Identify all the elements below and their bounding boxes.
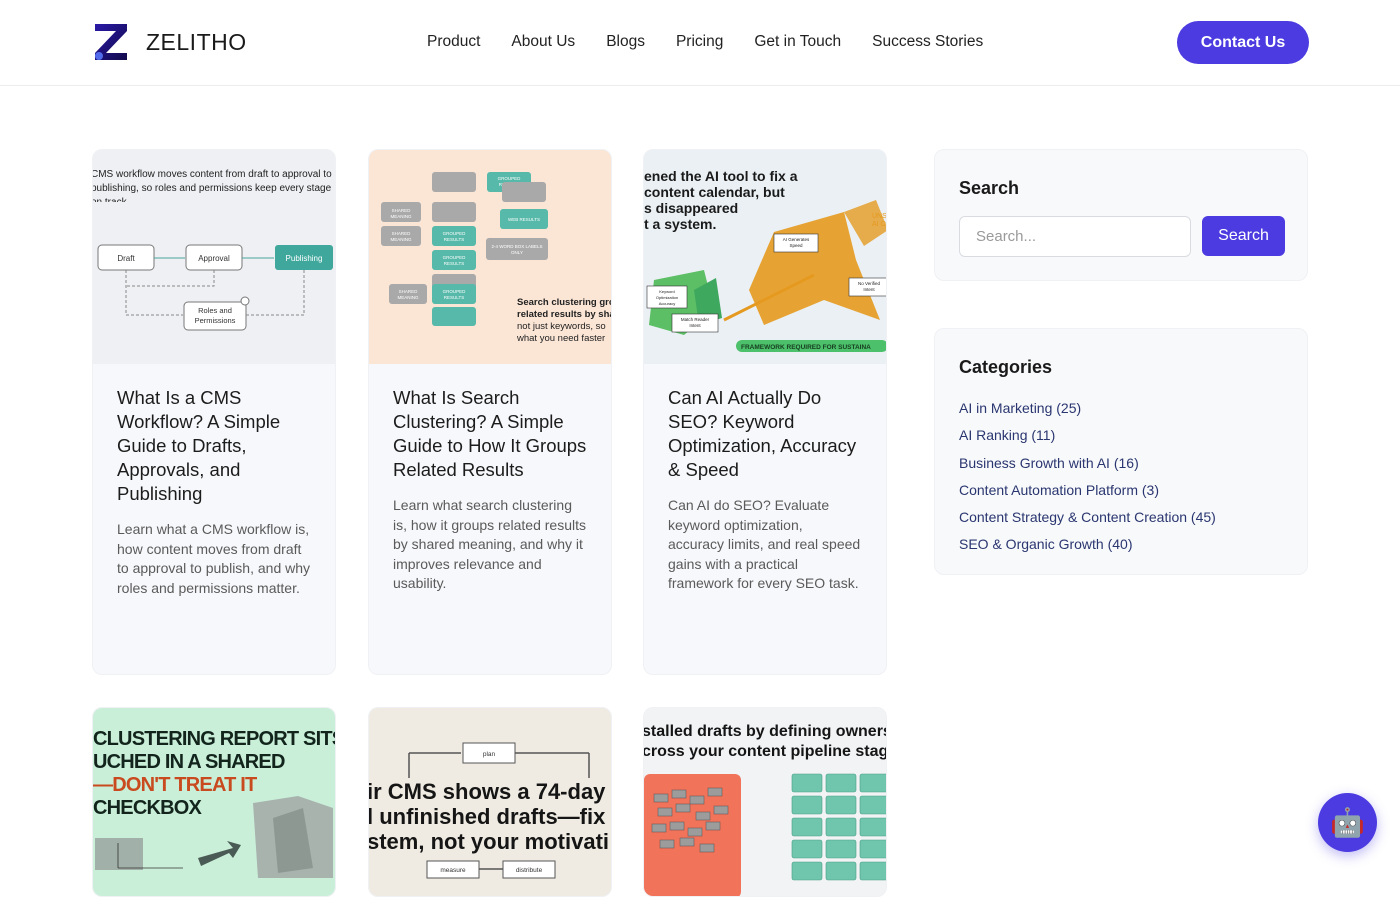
nav-blogs[interactable]: Blogs <box>606 33 645 51</box>
svg-text:Search clustering groups: Search clustering groups <box>517 297 611 308</box>
robot-icon: 🤖 <box>1330 807 1365 838</box>
nav-get-in-touch[interactable]: Get in Touch <box>754 33 841 51</box>
card-image-unfinished-drafts: plan ir CMS shows a 74-day l unfinished … <box>369 708 611 896</box>
blog-card-stalled-drafts[interactable]: stalled drafts by defining owners cross … <box>643 707 887 897</box>
search-panel: Search Search <box>934 149 1308 281</box>
svg-text:MEANING: MEANING <box>397 295 419 300</box>
svg-text:SHARED: SHARED <box>392 208 412 213</box>
svg-text:MEANING: MEANING <box>390 237 412 242</box>
svg-text:plan: plan <box>483 751 496 758</box>
svg-text:No Verified: No Verified <box>858 281 881 286</box>
svg-text:MEANING: MEANING <box>390 214 412 219</box>
svg-text:UNST: UNST <box>872 213 886 220</box>
contact-us-button[interactable]: Contact Us <box>1177 21 1309 64</box>
svg-text:Intent: Intent <box>863 287 875 292</box>
svg-text:stem, not your motivati: stem, not your motivati <box>369 829 609 854</box>
svg-text:RESULTS: RESULTS <box>444 237 464 242</box>
brand-name: ZELITHO <box>146 28 247 55</box>
svg-text:RESULTS: RESULTS <box>444 261 464 266</box>
card-image-ai-seo: ened the AI tool to fix a content calend… <box>644 150 886 364</box>
category-list: AI in Marketing (25) AI Ranking (11) Bus… <box>959 395 1216 559</box>
blog-card-ai-seo[interactable]: ened the AI tool to fix a content calend… <box>643 149 887 675</box>
image-caption: CMS workflow moves content from draft to… <box>93 169 332 202</box>
svg-text:—DON'T TREAT IT: —DON'T TREAT IT <box>93 774 257 796</box>
svg-text:GROUPED: GROUPED <box>443 289 467 294</box>
categories-panel-title: Categories <box>959 357 1053 377</box>
card-title[interactable]: What Is Search Clustering? A Simple Guid… <box>393 386 587 482</box>
svg-text:ened the AI tool to fix a: ened the AI tool to fix a <box>644 168 798 184</box>
card-title[interactable]: Can AI Actually Do SEO? Keyword Optimiza… <box>668 386 862 482</box>
search-button[interactable]: Search <box>1202 216 1285 256</box>
search-panel-title: Search <box>959 178 1020 198</box>
card-title[interactable]: What Is a CMS Workflow? A Simple Guide t… <box>117 386 311 506</box>
search-input[interactable] <box>959 216 1191 257</box>
blog-card-unfinished-drafts[interactable]: plan ir CMS shows a 74-day l unfinished … <box>368 707 612 897</box>
node-publishing: Publishing <box>286 254 323 263</box>
svg-text:l unfinished drafts—fix: l unfinished drafts—fix <box>369 804 606 829</box>
svg-text:GROUPED: GROUPED <box>443 231 467 236</box>
svg-text:FRAMEWORK REQUIRED FOR SUSTAIN: FRAMEWORK REQUIRED FOR SUSTAINA <box>741 344 871 351</box>
svg-text:not just keywords, so: not just keywords, so <box>517 321 606 332</box>
svg-text:GROUPED: GROUPED <box>443 255 467 260</box>
svg-text:UCHED IN A SHARED: UCHED IN A SHARED <box>93 751 285 773</box>
main-nav: Product About Us Blogs Pricing Get in To… <box>427 33 983 51</box>
nav-product[interactable]: Product <box>427 33 480 51</box>
site-header: ZELITHO Product About Us Blogs Pricing G… <box>0 0 1400 86</box>
category-item[interactable]: Content Strategy & Content Creation (45) <box>959 504 1216 531</box>
categories-panel: Categories AI in Marketing (25) AI Ranki… <box>934 328 1308 575</box>
category-item[interactable]: AI in Marketing (25) <box>959 395 1216 422</box>
node-draft: Draft <box>117 254 135 263</box>
svg-text:Permissions: Permissions <box>195 316 236 325</box>
svg-text:measure: measure <box>440 867 466 874</box>
svg-text:Accuracy: Accuracy <box>659 301 675 306</box>
svg-text:content calendar, but: content calendar, but <box>644 184 785 200</box>
svg-text:t a system.: t a system. <box>644 216 716 232</box>
category-item[interactable]: Business Growth with AI (16) <box>959 450 1216 477</box>
svg-text:SHARED: SHARED <box>392 231 412 236</box>
svg-text:AI OU: AI OU <box>872 221 886 228</box>
svg-text:Intent: Intent <box>689 323 701 328</box>
svg-text:GROUPED: GROUPED <box>498 176 522 181</box>
svg-text:Optimization: Optimization <box>656 295 678 300</box>
card-image-clustering-report: CLUSTERING REPORT SITS UCHED IN A SHARED… <box>93 708 335 896</box>
svg-text:what you need faster: what you need faster <box>516 333 605 344</box>
category-item[interactable]: SEO & Organic Growth (40) <box>959 531 1216 558</box>
blog-card-clustering-report[interactable]: CLUSTERING REPORT SITS UCHED IN A SHARED… <box>92 707 336 897</box>
svg-text:Roles and: Roles and <box>198 306 232 315</box>
svg-text:CLUSTERING REPORT SITS: CLUSTERING REPORT SITS <box>93 728 335 750</box>
nav-about-us[interactable]: About Us <box>511 33 575 51</box>
card-image-search-clustering: GROUPED RESULTS SHARED MEANING WEB RESUL… <box>369 150 611 364</box>
svg-text:ONLY: ONLY <box>511 250 523 255</box>
blog-card-cms-workflow[interactable]: CMS workflow moves content from draft to… <box>92 149 336 675</box>
svg-text:WEB RESULTS: WEB RESULTS <box>508 217 540 222</box>
svg-text:CHECKBOX: CHECKBOX <box>93 797 203 819</box>
svg-text:cross your content pipeline st: cross your content pipeline stag <box>644 743 886 760</box>
card-excerpt: Can AI do SEO? Evaluate keyword optimiza… <box>668 497 861 591</box>
svg-text:s disappeared: s disappeared <box>644 200 738 216</box>
svg-text:distribute: distribute <box>516 867 543 874</box>
chat-assistant-button[interactable]: 🤖 <box>1318 793 1377 852</box>
svg-text:AI Generates: AI Generates <box>783 237 810 242</box>
card-image-stalled-drafts: stalled drafts by defining owners cross … <box>644 708 886 896</box>
svg-text:stalled drafts by defining own: stalled drafts by defining owners <box>644 723 886 740</box>
zelitho-logo-icon <box>95 24 127 60</box>
svg-text:Keyword: Keyword <box>659 289 675 294</box>
category-item[interactable]: Content Automation Platform (3) <box>959 477 1216 504</box>
card-excerpt: Learn what a CMS workflow is, how conten… <box>117 521 311 596</box>
node-approval: Approval <box>198 254 230 263</box>
svg-text:Match Reader: Match Reader <box>681 317 710 322</box>
category-item[interactable]: AI Ranking (11) <box>959 422 1216 449</box>
nav-success-stories[interactable]: Success Stories <box>872 33 983 51</box>
brand-logo[interactable]: ZELITHO <box>92 22 247 62</box>
svg-text:ir CMS shows a 74-day: ir CMS shows a 74-day <box>369 779 606 804</box>
nav-pricing[interactable]: Pricing <box>676 33 723 51</box>
card-excerpt: Learn what search clustering is, how it … <box>393 497 586 591</box>
svg-text:Speed: Speed <box>789 243 803 248</box>
svg-text:SHARED: SHARED <box>399 289 419 294</box>
svg-text:2-4 WORD BOX LABELS: 2-4 WORD BOX LABELS <box>491 244 542 249</box>
svg-text:RESULTS: RESULTS <box>444 295 464 300</box>
svg-text:related results by shared: related results by shared <box>517 309 611 320</box>
card-image-cms-workflow: CMS workflow moves content from draft to… <box>93 150 335 364</box>
blog-card-search-clustering[interactable]: GROUPED RESULTS SHARED MEANING WEB RESUL… <box>368 149 612 675</box>
